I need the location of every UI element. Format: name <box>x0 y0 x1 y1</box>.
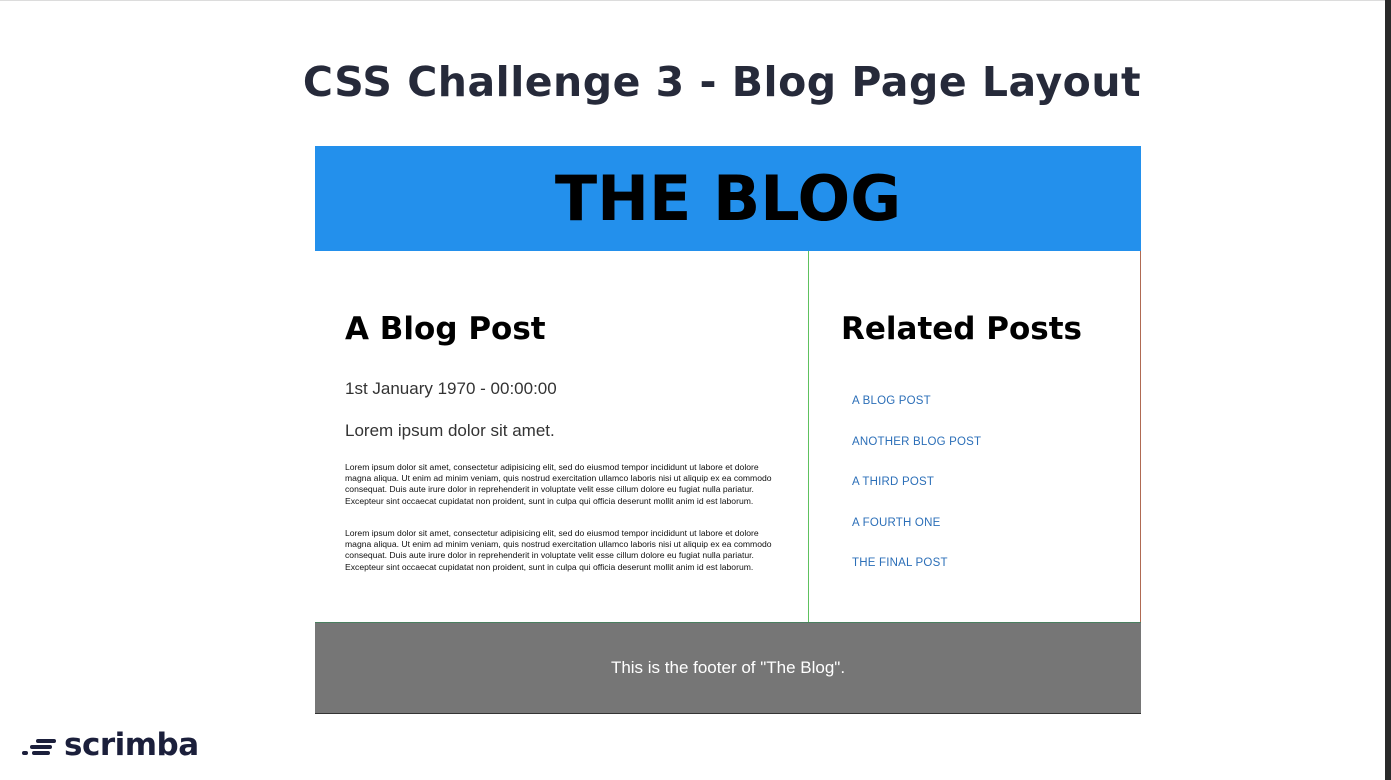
list-item: A Blog Post <box>852 391 981 432</box>
list-item: The Final Post <box>852 553 981 594</box>
blog-mockup: THE BLOG A Blog Post 1st January 1970 - … <box>315 146 1141 714</box>
post-paragraph: Lorem ipsum dolor sit amet, consectetur … <box>345 462 772 506</box>
scrimba-logo-icon <box>22 733 60 757</box>
blog-header: THE BLOG <box>315 146 1141 251</box>
related-posts-title: Related Posts <box>841 311 1083 347</box>
related-link-5[interactable]: The Final Post <box>852 557 948 569</box>
scrimba-logo: scrimba <box>22 727 199 763</box>
related-link-3[interactable]: A Third Post <box>852 476 934 488</box>
scrimba-logo-text: scrimba <box>64 727 199 763</box>
related-posts-list: A Blog Post Another Blog Post A Third Po… <box>852 391 981 594</box>
top-border <box>0 0 1385 1</box>
post-title: A Blog Post <box>345 311 546 347</box>
related-link-2[interactable]: Another Blog Post <box>852 436 981 448</box>
footer-text: This is the footer of "The Blog". <box>610 658 846 677</box>
post-paragraph: Lorem ipsum dolor sit amet, consectetur … <box>345 528 772 572</box>
blog-main: A Blog Post 1st January 1970 - 00:00:00 … <box>315 251 809 622</box>
blog-sidebar: Related Posts A Blog Post Another Blog P… <box>809 251 1141 622</box>
list-item: A Third Post <box>852 472 981 513</box>
post-date: 1st January 1970 - 00:00:00 <box>345 379 557 398</box>
list-item: A Fourth One <box>852 513 981 554</box>
window-edge <box>1385 0 1391 780</box>
list-item: Another Blog Post <box>852 432 981 473</box>
slide-title: CSS Challenge 3 - Blog Page Layout <box>302 58 1142 106</box>
blog-footer: This is the footer of "The Blog". <box>315 622 1141 714</box>
related-link-1[interactable]: A Blog Post <box>852 395 931 407</box>
post-lead: Lorem ipsum dolor sit amet. <box>345 421 555 440</box>
related-link-4[interactable]: A Fourth One <box>852 517 940 529</box>
blog-header-title: THE BLOG <box>554 162 902 235</box>
